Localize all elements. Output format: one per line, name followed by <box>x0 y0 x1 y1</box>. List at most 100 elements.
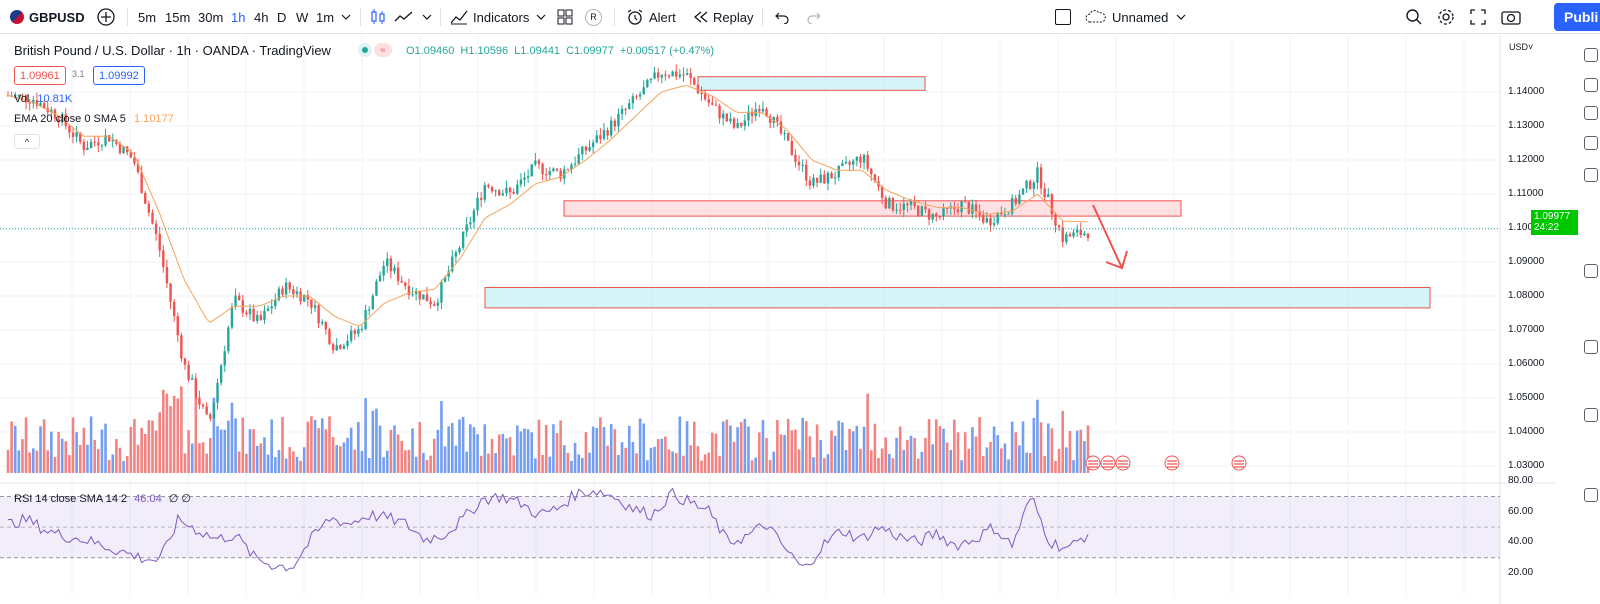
volume-bar <box>299 460 302 473</box>
candle-body <box>599 135 602 139</box>
price-tick-label: 1.09000 <box>1508 256 1545 267</box>
candle-body <box>602 130 606 139</box>
volume-bar <box>552 424 555 473</box>
volume-bar <box>472 427 476 473</box>
volume-bar <box>577 454 581 473</box>
currency-label: USD <box>1509 42 1529 52</box>
volume-bar <box>570 460 573 473</box>
volume-bar <box>837 420 841 473</box>
volume-bar <box>862 426 866 473</box>
volume-bar <box>537 419 541 473</box>
volume-bar <box>888 453 891 473</box>
volume-bar <box>176 398 180 473</box>
volume-bar <box>515 425 519 473</box>
candle-body <box>321 321 324 324</box>
candle-body <box>483 185 486 200</box>
sell-button[interactable]: 1.09961 <box>14 66 66 85</box>
candle-body <box>349 330 353 341</box>
volume-bar <box>183 453 187 473</box>
volume-bar <box>450 423 454 473</box>
chat-icon[interactable] <box>1584 340 1598 354</box>
volume-bar <box>396 434 400 473</box>
candle-body <box>216 382 219 403</box>
candle-body <box>465 224 468 232</box>
volume-bar <box>93 439 96 473</box>
candle-body <box>248 308 252 315</box>
volume-bar <box>389 429 393 473</box>
volume-bar <box>50 431 53 473</box>
volume-bar <box>24 417 28 473</box>
calendar-icon[interactable] <box>1584 168 1598 182</box>
volume-bar <box>848 428 851 473</box>
volume-bar <box>353 449 357 473</box>
candle-body <box>703 93 707 100</box>
ema-value: 1.10177 <box>133 113 174 125</box>
ideas-icon[interactable] <box>1584 264 1598 278</box>
candle-body <box>1065 234 1068 243</box>
low-value: L1.09441 <box>514 45 561 57</box>
volume-bar <box>714 433 718 473</box>
volume-bar <box>519 431 523 473</box>
candle-body <box>237 295 241 301</box>
candle-body <box>454 252 458 257</box>
volume-bar <box>1054 460 1057 473</box>
volume-bar <box>443 446 447 473</box>
volume-bar <box>794 429 797 473</box>
price-chart[interactable] <box>0 0 1600 604</box>
candle-body <box>721 113 725 119</box>
help-icon[interactable] <box>1584 488 1598 502</box>
volume-bar <box>342 442 346 473</box>
volume-bar <box>772 451 776 473</box>
hotlist-icon[interactable] <box>1584 136 1598 150</box>
volume-bar <box>125 456 129 473</box>
volume-bar <box>487 453 490 473</box>
volume-bar <box>158 412 162 473</box>
candle-body <box>671 71 674 77</box>
volume-bar <box>6 450 10 473</box>
candle-body <box>942 208 945 217</box>
candle-body <box>1050 194 1054 215</box>
candle-body <box>516 184 519 194</box>
candle-body <box>458 247 461 253</box>
data-window-icon[interactable] <box>1584 106 1598 120</box>
candle-body <box>508 187 512 193</box>
candle-body <box>295 291 299 295</box>
buy-button[interactable]: 1.09992 <box>93 66 145 85</box>
volume-bar <box>884 437 888 473</box>
candle-body <box>581 146 584 155</box>
volume-bar <box>440 401 443 473</box>
volume-bar <box>469 424 472 473</box>
candle-body <box>931 213 934 220</box>
candle-body <box>461 231 465 248</box>
volume-bar <box>656 439 660 473</box>
collapse-legend-button[interactable]: ^ <box>14 134 40 149</box>
alerts-panel-icon[interactable] <box>1584 78 1598 92</box>
notifications-icon[interactable] <box>1584 408 1598 422</box>
candle-body <box>732 118 736 128</box>
volume-bar <box>1043 456 1046 473</box>
volume-bar <box>57 431 60 473</box>
volume-bar <box>555 433 559 473</box>
volume-bar <box>133 419 136 473</box>
volume-bar <box>324 429 328 473</box>
candle-body <box>530 164 533 177</box>
vol-label: Vol <box>14 93 30 105</box>
volume-bar <box>237 451 241 473</box>
volume-bar <box>349 427 353 473</box>
candle-body <box>1003 214 1007 216</box>
currency-selector[interactable]: USD˅ <box>1509 42 1533 52</box>
volume-bar <box>1036 399 1039 473</box>
volume-bar <box>743 418 747 473</box>
watchlist-icon[interactable] <box>1584 48 1598 62</box>
volume-bar <box>371 410 375 473</box>
volume-bar <box>660 438 664 473</box>
volume-bar <box>823 458 826 473</box>
candle-body <box>646 79 649 88</box>
volume-bar <box>42 419 46 473</box>
chevron-down-icon: ˅ <box>1528 42 1534 52</box>
price-tick-label: 1.14000 <box>1508 86 1545 97</box>
volume-bar <box>31 448 35 473</box>
volume-bar <box>46 450 50 473</box>
volume-bar <box>812 457 815 473</box>
volume-bar <box>198 443 201 473</box>
